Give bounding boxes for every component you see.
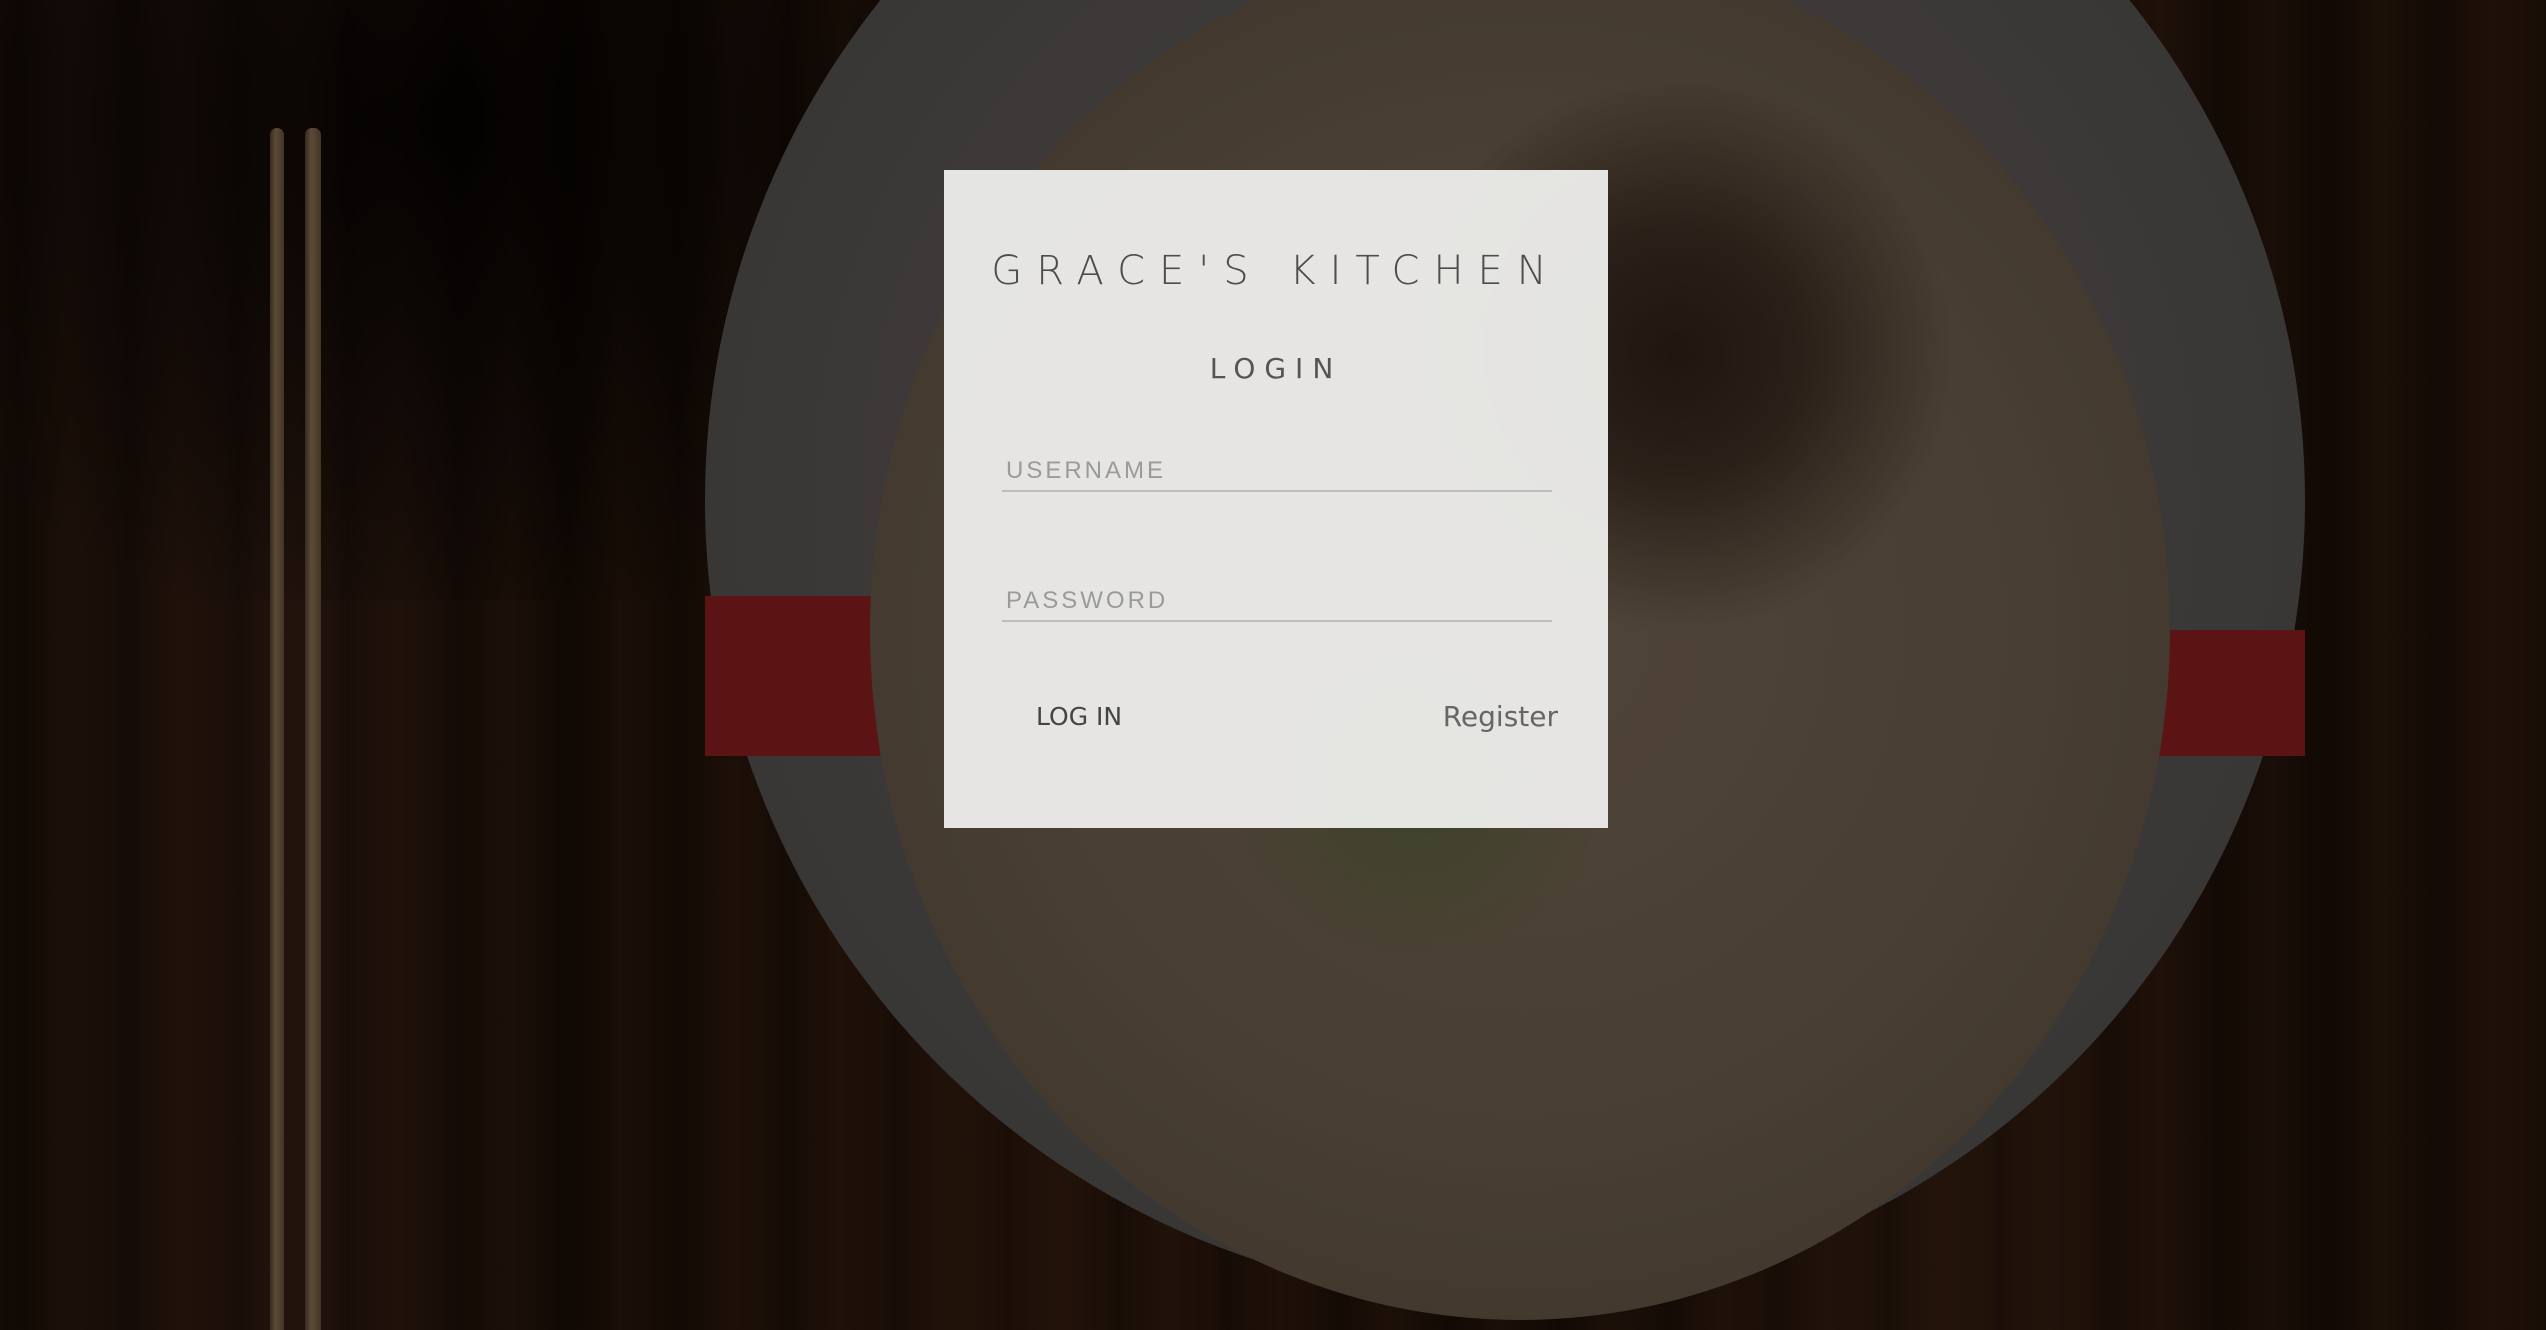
login-page: GRACE'S KITCHEN LOGIN LOG IN Register [0,0,2546,1330]
login-card: GRACE'S KITCHEN LOGIN LOG IN Register [944,170,1608,828]
password-input[interactable] [1002,582,1552,622]
brand-title: GRACE'S KITCHEN [991,248,1561,294]
register-link[interactable]: Register [1443,700,1558,733]
login-button[interactable]: LOG IN [1024,694,1134,738]
login-heading: LOGIN [1209,352,1343,385]
username-input[interactable] [1002,452,1552,492]
